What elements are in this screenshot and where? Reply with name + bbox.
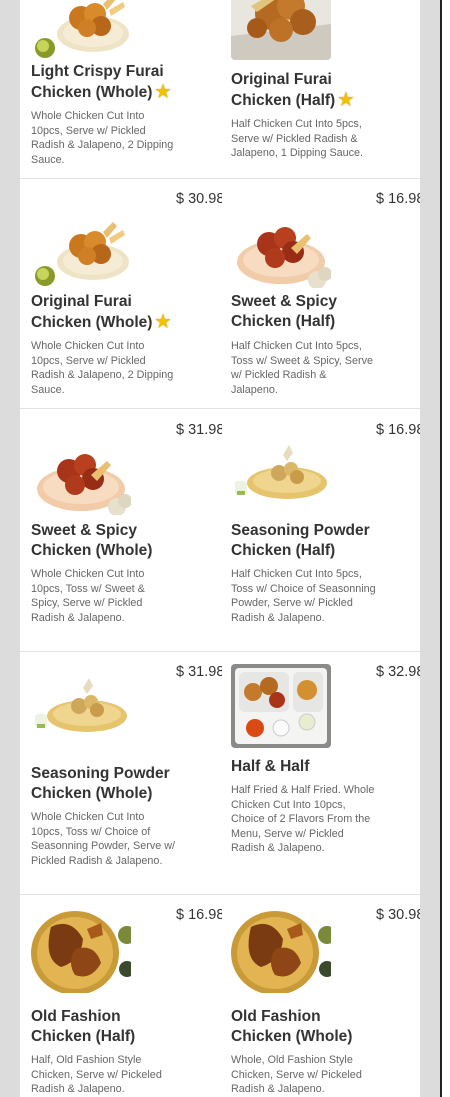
menu-item-name[interactable]: Original Furai Chicken (Whole) ★	[31, 292, 181, 333]
menu-item-price: $ 16.98	[176, 907, 222, 923]
menu-item-image[interactable]	[231, 664, 331, 748]
star-icon: ★	[338, 90, 354, 109]
menu-row: $ 30.98 Original Furai Chicken (Whole) ★ Wh…	[20, 179, 420, 409]
menu-item-card[interactable]: $ 30.98 Original Furai Chicken (Whole) ★ Wh…	[20, 179, 222, 408]
menu-panel: Light Crispy Furai Chicken (Whole) ★ Whole…	[20, 0, 420, 1097]
menu-item-name[interactable]: Sweet & Spicy Chicken (Half)	[231, 292, 381, 332]
menu-item-card[interactable]: $ 31.98 Sweet & Spicy Chicken (Whole) Whol…	[20, 409, 222, 651]
menu-item-name-text: Original Furai Chicken (Half)	[231, 71, 336, 109]
menu-item-name-text: Sweet & Spicy Chicken (Whole)	[31, 522, 153, 559]
menu-item-name-text: Half & Half	[231, 758, 310, 775]
menu-row: $ 31.98 Sweet & Spicy Chicken (Whole) Whol…	[20, 409, 420, 652]
menu-row: $ 31.98 Seasoning Powder Chicken (Whole) W…	[20, 652, 420, 895]
menu-item-image[interactable]	[31, 204, 131, 288]
menu-item-price: $ 31.98	[176, 422, 222, 438]
menu-item-name-text: Seasoning Powder Chicken (Half)	[231, 522, 370, 559]
menu-row: $ 16.98 Old Fashion Chicken (Half) Half, O…	[20, 895, 420, 1097]
menu-item-description: Half, Old Fashion Style Chicken, Serve w…	[31, 1054, 162, 1096]
menu-item-description: Whole Chicken Cut Into 10pcs, Toss w/ Sw…	[31, 568, 145, 624]
menu-item-name-text: Seasoning Powder Chicken (Whole)	[31, 765, 170, 802]
menu-item-image[interactable]	[231, 909, 331, 993]
menu-item-card[interactable]: $ 30.98 Old Fashion Chicken (Whole) Whole,…	[220, 895, 420, 1097]
menu-item-card[interactable]: $ 16.98 Seasoning Powder Chicken (Half) Ha…	[220, 409, 420, 651]
menu-item-name[interactable]: Seasoning Powder Chicken (Whole)	[31, 764, 181, 804]
menu-item-image[interactable]	[231, 431, 331, 515]
menu-item-name-text: Sweet & Spicy Chicken (Half)	[231, 293, 337, 330]
menu-item-image[interactable]	[31, 0, 131, 60]
menu-item-name-text: Old Fashion Chicken (Whole)	[231, 1008, 353, 1045]
menu-item-name[interactable]: Half & Half	[231, 757, 381, 777]
menu-item-price: $ 16.98	[376, 422, 420, 438]
menu-item-image[interactable]	[31, 664, 131, 748]
menu-item-name[interactable]: Old Fashion Chicken (Half)	[31, 1007, 181, 1047]
menu-item-name[interactable]: Seasoning Powder Chicken (Half)	[231, 521, 381, 561]
menu-item-name-text: Original Furai Chicken (Whole)	[31, 293, 153, 331]
menu-item-price: $ 30.98	[176, 191, 222, 207]
menu-item-image[interactable]	[31, 431, 131, 515]
menu-item-name[interactable]: Original Furai Chicken (Half) ★	[231, 70, 381, 111]
menu-item-price: $ 32.98	[376, 664, 420, 680]
menu-item-description: Half Chicken Cut Into 5pcs, Serve w/ Pic…	[231, 118, 364, 160]
menu-row: Light Crispy Furai Chicken (Whole) ★ Whole…	[20, 0, 420, 179]
menu-item-card[interactable]: Original Furai Chicken (Half) ★ Half Chick…	[220, 0, 420, 178]
menu-item-description: Half Fried & Half Fried. Whole Chicken C…	[231, 784, 375, 855]
menu-item-description: Half Chicken Cut Into 5pcs, Toss w/ Swee…	[231, 340, 374, 396]
menu-item-name[interactable]: Light Crispy Furai Chicken (Whole) ★	[31, 62, 181, 103]
side-strip	[440, 0, 450, 1097]
menu-item-description: Whole Chicken Cut Into 10pcs, Serve w/ P…	[31, 340, 174, 396]
menu-item-price: $ 30.98	[376, 907, 420, 923]
star-icon: ★	[155, 82, 171, 101]
menu-item-description: Whole Chicken Cut Into 10pcs, Serve w/ P…	[31, 110, 174, 166]
menu-item-name[interactable]: Old Fashion Chicken (Whole)	[231, 1007, 381, 1047]
menu-item-card[interactable]: $ 31.98 Seasoning Powder Chicken (Whole) W…	[20, 652, 222, 894]
menu-item-price: $ 16.98	[376, 191, 420, 207]
menu-item-image[interactable]	[31, 909, 131, 993]
menu-item-image[interactable]	[231, 204, 331, 288]
star-icon: ★	[155, 312, 171, 331]
menu-item-card[interactable]: $ 16.98 Sweet & Spicy Chicken (Half) Half …	[220, 179, 420, 408]
menu-item-card[interactable]: $ 32.98 Half & Half Half Fried & Half Frie…	[220, 652, 420, 894]
menu-item-price: $ 31.98	[176, 664, 222, 680]
menu-item-name-text: Old Fashion Chicken (Half)	[31, 1008, 136, 1045]
menu-item-description: Half Chicken Cut Into 5pcs, Toss w/ Choi…	[231, 568, 376, 624]
menu-item-name-text: Light Crispy Furai Chicken (Whole)	[31, 63, 164, 101]
menu-item-card[interactable]: Light Crispy Furai Chicken (Whole) ★ Whole…	[20, 0, 220, 178]
menu-item-image[interactable]	[231, 0, 331, 60]
menu-item-card[interactable]: $ 16.98 Old Fashion Chicken (Half) Half, O…	[20, 895, 222, 1097]
menu-item-description: Whole, Old Fashion Style Chicken, Serve …	[231, 1054, 362, 1096]
menu-item-description: Whole Chicken Cut Into 10pcs, Toss w/ Ch…	[31, 811, 176, 867]
menu-item-name[interactable]: Sweet & Spicy Chicken (Whole)	[31, 521, 181, 561]
